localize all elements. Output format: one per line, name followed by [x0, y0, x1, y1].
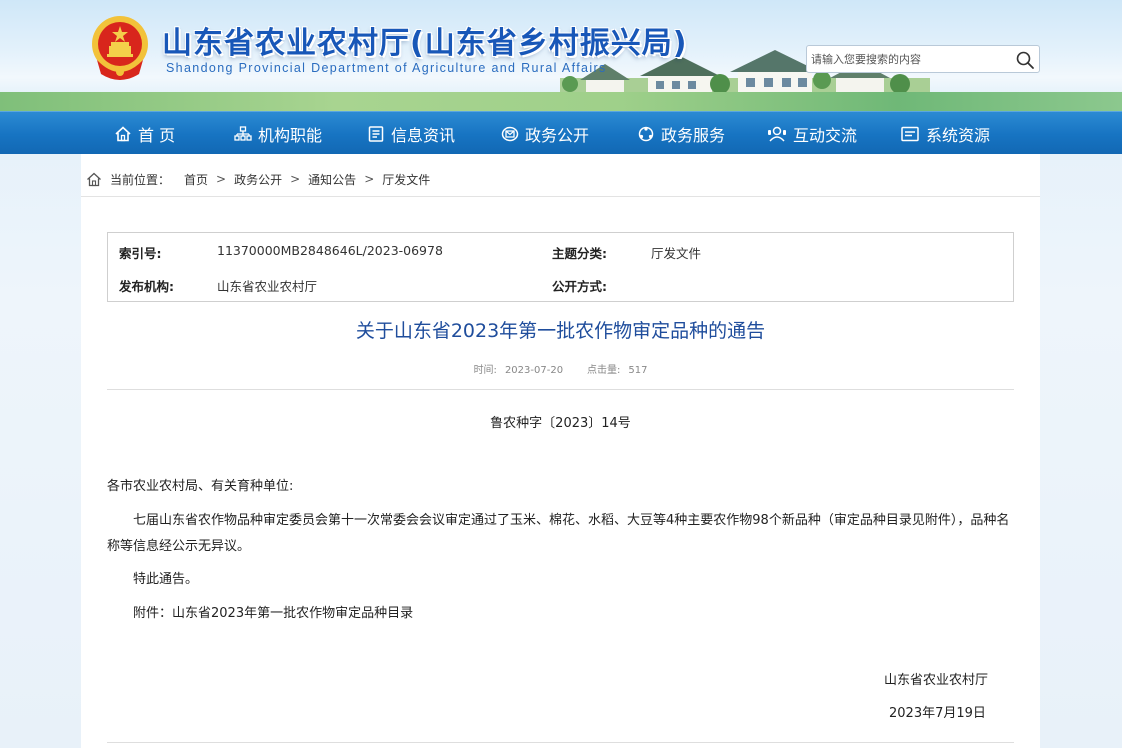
nav-service-label: 政务服务	[661, 125, 726, 145]
search-icon[interactable]	[1015, 50, 1035, 70]
interaction-icon	[768, 126, 786, 142]
nav-information-label: 信息资讯	[391, 125, 456, 145]
time-label: 时间:	[473, 365, 497, 376]
index-number-label: 索引号:	[119, 246, 162, 261]
publisher-value: 山东省农业农村厅	[217, 279, 318, 294]
search-input[interactable]	[807, 46, 1012, 72]
document-number: 鲁农种字〔2023〕14号	[490, 416, 631, 431]
topic-value: 厅发文件	[651, 246, 702, 261]
topic-label: 主题分类:	[552, 246, 607, 261]
nav-resources[interactable]: 系统资源	[900, 112, 990, 155]
fields-strip	[0, 92, 1122, 111]
nav-service[interactable]: 政务服务	[637, 112, 725, 155]
nav-disclosure[interactable]: 政务公开	[501, 112, 589, 155]
header-banner: 山东省农业农村厅(山东省乡村振兴局) Shandong Provincial D…	[0, 0, 1122, 111]
document-icon	[368, 125, 384, 142]
title-divider	[107, 389, 1014, 390]
breadcrumb-disclosure[interactable]: 政务公开	[234, 171, 282, 188]
metadata-table: 索引号: 11370000MB2848646L/2023-06978 主题分类:…	[107, 232, 1014, 302]
salutation: 各市农业农村局、有关育种单位:	[107, 479, 294, 494]
issue-date: 2023年7月19日	[889, 706, 986, 721]
breadcrumb: 当前位置： 首页 > 政务公开 > 通知公告 > 厅发文件	[86, 170, 430, 188]
attachment-line[interactable]: 附件：山东省2023年第一批农作物审定品种目录	[133, 601, 413, 627]
disclosure-icon	[501, 126, 519, 141]
article-info: 时间: 2023-07-20 点击量: 517	[107, 361, 1014, 376]
publisher-label: 发布机构:	[119, 279, 174, 294]
breadcrumb-separator: >	[216, 172, 227, 186]
nav-organization[interactable]: 机构职能	[234, 112, 322, 155]
nav-home[interactable]: 首 页	[114, 112, 175, 155]
breadcrumb-notices[interactable]: 通知公告	[308, 171, 356, 188]
nav-disclosure-label: 政务公开	[525, 125, 590, 145]
body-line-1: 七届山东省农作物品种审定委员会第十一次常委会会议审定通过了玉米、棉花、水稻、大豆…	[133, 513, 1010, 528]
national-emblem-icon	[92, 16, 148, 80]
breadcrumb-separator: >	[364, 172, 375, 186]
bottom-divider	[107, 742, 1014, 743]
site-title: 山东省农业农村厅(山东省乡村振兴局)	[162, 26, 688, 61]
nav-interaction[interactable]: 互动交流	[767, 112, 857, 155]
home-icon	[115, 125, 131, 141]
breadcrumb-home-icon	[87, 172, 101, 186]
signature: 山东省农业农村厅	[884, 673, 989, 688]
time-value: 2023-07-20	[504, 365, 564, 376]
article-title: 关于山东省2023年第一批农作物审定品种的通告	[355, 320, 766, 342]
breadcrumb-divider	[81, 196, 1040, 197]
site-subtitle: Shandong Provincial Department of Agricu…	[166, 61, 607, 75]
nav-home-label: 首 页	[138, 125, 176, 145]
nav-interaction-label: 互动交流	[793, 125, 858, 145]
nav-information[interactable]: 信息资讯	[367, 112, 455, 155]
disclosure-method-label: 公开方式:	[552, 279, 607, 294]
closing-text: 特此通告。	[133, 572, 199, 587]
search-box	[806, 45, 1040, 73]
main-nav: 首 页 机构职能 信息资讯 政务公开 政务服务 互动交流 系统资源	[0, 111, 1122, 154]
breadcrumb-label: 当前位置：	[110, 172, 171, 187]
nav-resources-label: 系统资源	[926, 125, 991, 145]
resource-icon	[901, 126, 919, 141]
nav-organization-label: 机构职能	[258, 125, 323, 145]
body-line-2: 称等信息经公示无异议。	[107, 539, 251, 554]
views-value: 517	[628, 365, 648, 376]
breadcrumb-separator: >	[290, 172, 301, 186]
org-icon	[234, 125, 252, 141]
breadcrumb-dept-documents[interactable]: 厅发文件	[382, 171, 430, 188]
breadcrumb-home[interactable]: 首页	[184, 171, 208, 188]
index-number-value: 11370000MB2848646L/2023-06978	[217, 243, 443, 258]
views-label: 点击量:	[586, 365, 621, 376]
service-icon	[638, 126, 654, 141]
